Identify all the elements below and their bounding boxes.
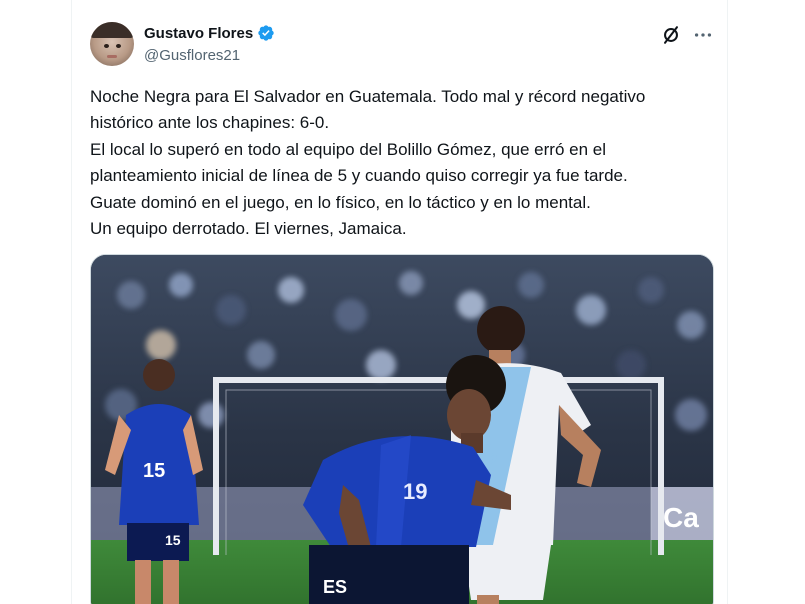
tweet-line: Guate dominó en el juego, en lo físico, …: [90, 192, 591, 212]
tweet-line: planteamiento inicial de línea de 5 y cu…: [90, 166, 628, 186]
tweet-text: Noche Negra para El Salvador en Guatemal…: [90, 84, 710, 242]
football-photo-illustration: Ca 15 15 19 ES 19: [91, 255, 713, 604]
jersey-number: 19: [403, 479, 427, 504]
shorts-text: ES: [323, 577, 347, 597]
author-name-row[interactable]: Gustavo Flores: [144, 24, 275, 42]
author-handle[interactable]: @Gusflores21: [144, 47, 240, 64]
tweet-card[interactable]: Gustavo Flores @Gusflores21 Noche Negra …: [71, 0, 728, 604]
verified-badge-icon: [258, 25, 274, 41]
tweet-line: Un equipo derrotado. El viernes, Jamaica…: [90, 219, 407, 239]
tweet-photo[interactable]: Ca 15 15 19 ES 19: [90, 254, 714, 604]
tweet-line: Noche Negra para El Salvador en Guatemal…: [90, 87, 646, 106]
shorts-number: 15: [165, 532, 181, 548]
board-text: Ca: [663, 502, 699, 533]
more-options-icon[interactable]: [692, 24, 714, 46]
tweet-line: El local lo superó en todo al equipo del…: [90, 139, 606, 159]
jersey-number: 15: [143, 460, 165, 482]
avatar[interactable]: [90, 22, 134, 66]
tweet-line: histórico ante los chapines: 6-0.: [90, 113, 330, 133]
display-name[interactable]: Gustavo Flores: [144, 25, 253, 42]
grok-icon[interactable]: [660, 24, 682, 46]
